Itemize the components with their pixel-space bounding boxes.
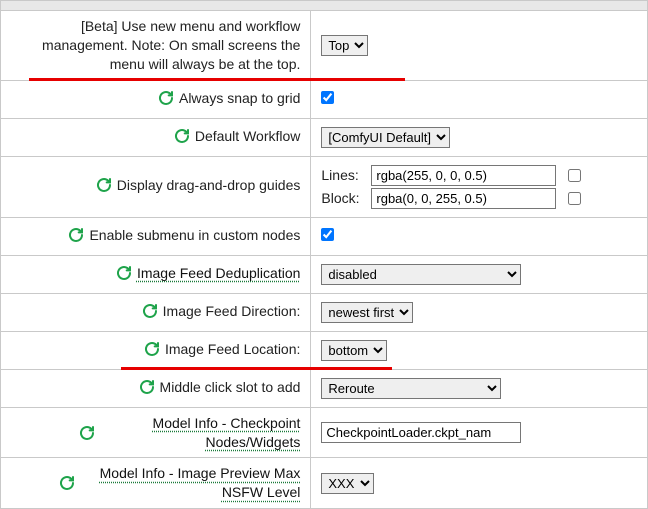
refresh-icon — [96, 177, 112, 193]
dnd-guides-label: Display drag-and-drop guides — [117, 177, 301, 193]
image-feed-direction-label: Image Feed Direction: — [163, 303, 301, 319]
snap-grid-checkbox[interactable] — [321, 91, 334, 104]
enable-submenu-label: Enable submenu in custom nodes — [89, 227, 300, 243]
beta-menu-select[interactable]: Top — [321, 35, 368, 56]
refresh-icon — [142, 303, 158, 319]
refresh-icon — [68, 227, 84, 243]
dnd-block-label: Block: — [321, 190, 365, 206]
enable-submenu-checkbox[interactable] — [321, 228, 334, 241]
dnd-lines-label: Lines: — [321, 167, 365, 183]
image-feed-dedup-select[interactable]: disabled — [321, 264, 521, 285]
middle-click-slot-label: Middle click slot to add — [160, 379, 301, 395]
settings-table: [Beta] Use new menu and workflow managem… — [0, 10, 648, 509]
model-info-checkpoint-input[interactable] — [321, 422, 521, 443]
image-feed-location-select[interactable]: bottom — [321, 340, 387, 361]
dnd-lines-input[interactable] — [371, 165, 556, 186]
refresh-icon — [59, 475, 75, 491]
refresh-icon — [79, 425, 95, 441]
model-info-nsfw-label: Model Info - Image Preview Max NSFW Leve… — [80, 464, 300, 502]
refresh-icon — [158, 90, 174, 106]
model-info-nsfw-select[interactable]: XXX — [321, 473, 374, 494]
image-feed-location-label: Image Feed Location: — [165, 341, 300, 357]
refresh-icon — [116, 265, 132, 281]
default-workflow-select[interactable]: [ComfyUI Default] — [321, 127, 450, 148]
snap-grid-label: Always snap to grid — [179, 90, 300, 106]
dnd-lines-checkbox[interactable] — [568, 169, 581, 182]
model-info-checkpoint-label: Model Info - Checkpoint Nodes/Widgets — [100, 414, 300, 452]
dnd-block-input[interactable] — [371, 188, 556, 209]
beta-menu-label: [Beta] Use new menu and workflow managem… — [9, 17, 300, 74]
panel-top-border — [0, 0, 648, 10]
image-feed-direction-select[interactable]: newest first — [321, 302, 413, 323]
refresh-icon — [174, 128, 190, 144]
middle-click-slot-select[interactable]: Reroute — [321, 378, 501, 399]
image-feed-dedup-label: Image Feed Deduplication — [137, 265, 300, 281]
refresh-icon — [144, 341, 160, 357]
default-workflow-label: Default Workflow — [195, 128, 301, 144]
refresh-icon — [139, 379, 155, 395]
dnd-block-checkbox[interactable] — [568, 192, 581, 205]
